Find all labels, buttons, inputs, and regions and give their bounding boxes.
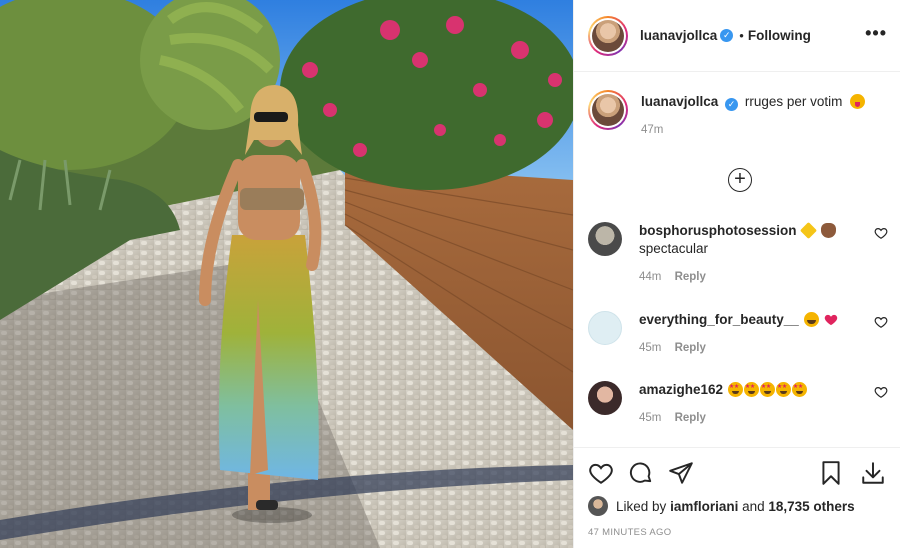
caption-text: rruges per votim <box>744 94 843 109</box>
comment-time[interactable]: 45m <box>639 412 661 424</box>
star-struck-icon <box>743 382 759 397</box>
star-struck-icon <box>759 382 775 397</box>
comment-time[interactable]: 44m <box>639 271 661 283</box>
heart-icon[interactable] <box>588 460 614 486</box>
commenter-avatar[interactable] <box>588 311 622 345</box>
following-button[interactable]: Following <box>748 28 811 43</box>
comment-time[interactable]: 45m <box>639 342 661 354</box>
photo-image <box>0 0 573 548</box>
post-header: luanavjollca ✓ • Following ••• <box>574 0 900 72</box>
instagram-post: luanavjollca ✓ • Following ••• luanavjol… <box>0 0 900 548</box>
paper-plane-icon[interactable] <box>668 460 694 486</box>
like-comment-heart-icon[interactable] <box>874 315 888 329</box>
commenter-avatar[interactable] <box>588 222 622 256</box>
comment-username[interactable]: amazighe162 <box>639 382 723 397</box>
reply-button[interactable]: Reply <box>675 412 706 424</box>
post-timestamp[interactable]: 47 MINUTES AGO <box>588 527 671 538</box>
post-side-panel: luanavjollca ✓ • Following ••• luanavjol… <box>573 0 900 548</box>
likes-others[interactable]: 18,735 others <box>768 499 854 514</box>
verified-badge-icon: ✓ <box>720 29 734 42</box>
red-heart-icon <box>825 314 838 326</box>
reply-button[interactable]: Reply <box>675 342 706 354</box>
author-username[interactable]: luanavjollca <box>640 28 717 43</box>
laughing-tears-icon <box>803 312 819 327</box>
action-bar <box>588 460 888 488</box>
comment-text: spectacular <box>639 241 709 256</box>
author-info: luanavjollca ✓ • Following <box>640 28 811 43</box>
caption-avatar[interactable] <box>588 90 628 130</box>
sparkles-icon <box>800 222 818 239</box>
comment-username[interactable]: everything_for_beauty__ <box>639 312 799 327</box>
post-footer: Liked by iamfloriani and 18,735 others 4… <box>574 447 900 548</box>
star-struck-icon <box>727 382 743 397</box>
star-struck-icon <box>791 382 807 397</box>
comment-item: bosphorusphotosession spectacular 44m Re… <box>588 222 888 283</box>
caption-username[interactable]: luanavjollca <box>641 94 718 109</box>
likes-prefix: Liked by <box>616 498 667 514</box>
reply-button[interactable]: Reply <box>675 271 706 283</box>
verified-badge-icon: ✓ <box>725 98 739 111</box>
caption-time[interactable]: 47m <box>641 124 865 136</box>
more-options-icon[interactable]: ••• <box>865 24 887 42</box>
post-caption: luanavjollca ✓ rruges per votim 47m <box>588 90 866 136</box>
comment-item: everything_for_beauty__ 45m Reply <box>588 311 888 354</box>
liker-username[interactable]: iamfloriani <box>670 499 738 514</box>
likes-joiner: and <box>742 498 765 514</box>
liker-avatar[interactable] <box>588 496 608 516</box>
comment-bubble-icon[interactable] <box>628 460 654 486</box>
commenter-avatar[interactable] <box>588 381 622 415</box>
likes-summary: Liked by iamfloriani and 18,735 others <box>588 496 855 516</box>
download-icon[interactable] <box>860 460 886 486</box>
like-comment-heart-icon[interactable] <box>874 385 888 399</box>
bookmark-icon[interactable] <box>818 460 844 486</box>
author-avatar[interactable] <box>588 15 628 56</box>
plus-circle-icon[interactable]: + <box>728 168 752 192</box>
like-comment-heart-icon[interactable] <box>874 226 888 240</box>
comment-item: amazighe162 45m Reply <box>588 381 888 424</box>
raised-hand-icon <box>821 223 837 238</box>
separator-dot: • <box>739 28 744 43</box>
star-struck-icon <box>775 382 791 397</box>
comment-username[interactable]: bosphorusphotosession <box>639 223 797 238</box>
post-photo[interactable] <box>0 0 573 548</box>
face-with-tongue-icon <box>850 94 866 109</box>
